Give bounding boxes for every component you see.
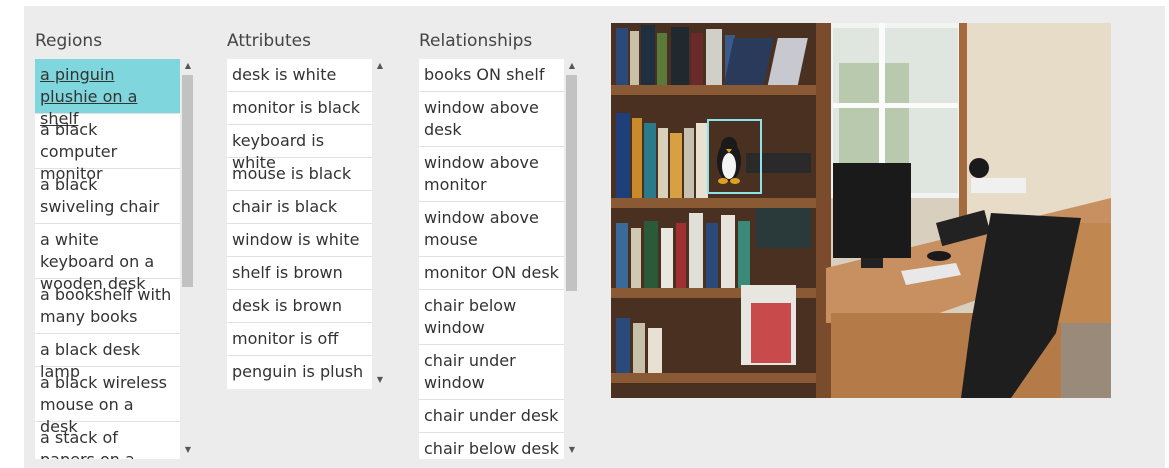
relationship-item[interactable]: books ON shelf [419,59,564,92]
attributes-list[interactable]: desk is white monitor is black keyboard … [227,59,372,389]
attribute-item[interactable]: desk is white [227,59,372,92]
attribute-item[interactable]: keyboard is white [227,125,372,172]
region-item[interactable]: a black wireless mouse on a desk [35,367,180,436]
relationships-scrollbar[interactable]: ▲ ▼ [564,59,580,459]
scene-photo [611,23,1111,398]
regions-title: Regions [35,31,103,51]
region-item[interactable]: a bookshelf with many books [35,279,180,334]
relationship-item[interactable]: window above monitor [419,147,564,202]
region-item[interactable]: a white keyboard on a wooden desk [35,224,180,293]
attribute-item[interactable]: monitor is off [227,323,372,356]
scroll-up-arrow-icon[interactable]: ▲ [372,59,388,73]
attribute-item[interactable]: mouse is black [227,158,372,191]
relationships-list[interactable]: books ON shelf window above desk window … [419,59,564,459]
region-item[interactable]: a black computer monitor [35,114,180,183]
relationship-item[interactable]: chair below desk [419,433,564,459]
attribute-item[interactable]: chair is black [227,191,372,224]
relationships-title: Relationships [419,31,533,51]
relationship-item[interactable]: window above desk [419,92,564,147]
attributes-scrollbar[interactable]: ▲ ▼ [372,59,388,389]
attribute-item[interactable]: desk is brown [227,290,372,323]
relationship-item[interactable]: chair below window [419,290,564,345]
attribute-item[interactable]: monitor is black [227,92,372,125]
regions-list[interactable]: a pinguin plushie on a shelf a black com… [35,59,180,459]
scroll-up-arrow-icon[interactable]: ▲ [564,59,580,73]
region-item[interactable]: a black desk lamp [35,334,180,381]
relationship-item[interactable]: chair under window [419,345,564,400]
region-item[interactable]: a pinguin plushie on a shelf [35,59,180,128]
scroll-down-arrow-icon[interactable]: ▼ [564,443,580,457]
attribute-item[interactable]: window is white [227,224,372,257]
relationship-item[interactable]: window above mouse [419,202,564,257]
attribute-item[interactable]: penguin is plush [227,356,372,389]
scroll-down-arrow-icon[interactable]: ▼ [180,443,196,457]
scroll-down-arrow-icon[interactable]: ▼ [372,373,388,387]
attribute-item[interactable]: shelf is brown [227,257,372,290]
relationships-scroll-thumb[interactable] [566,75,577,291]
relationship-item[interactable]: chair under desk [419,400,564,433]
regions-scrollbar[interactable]: ▲ ▼ [180,59,196,459]
relationship-item[interactable]: monitor ON desk [419,257,564,290]
region-item[interactable]: a black swiveling chair [35,169,180,224]
region-item[interactable]: a stack of papers on a desk [35,422,180,459]
scroll-up-arrow-icon[interactable]: ▲ [180,59,196,73]
regions-scroll-thumb[interactable] [182,75,193,287]
attributes-title: Attributes [227,31,311,51]
